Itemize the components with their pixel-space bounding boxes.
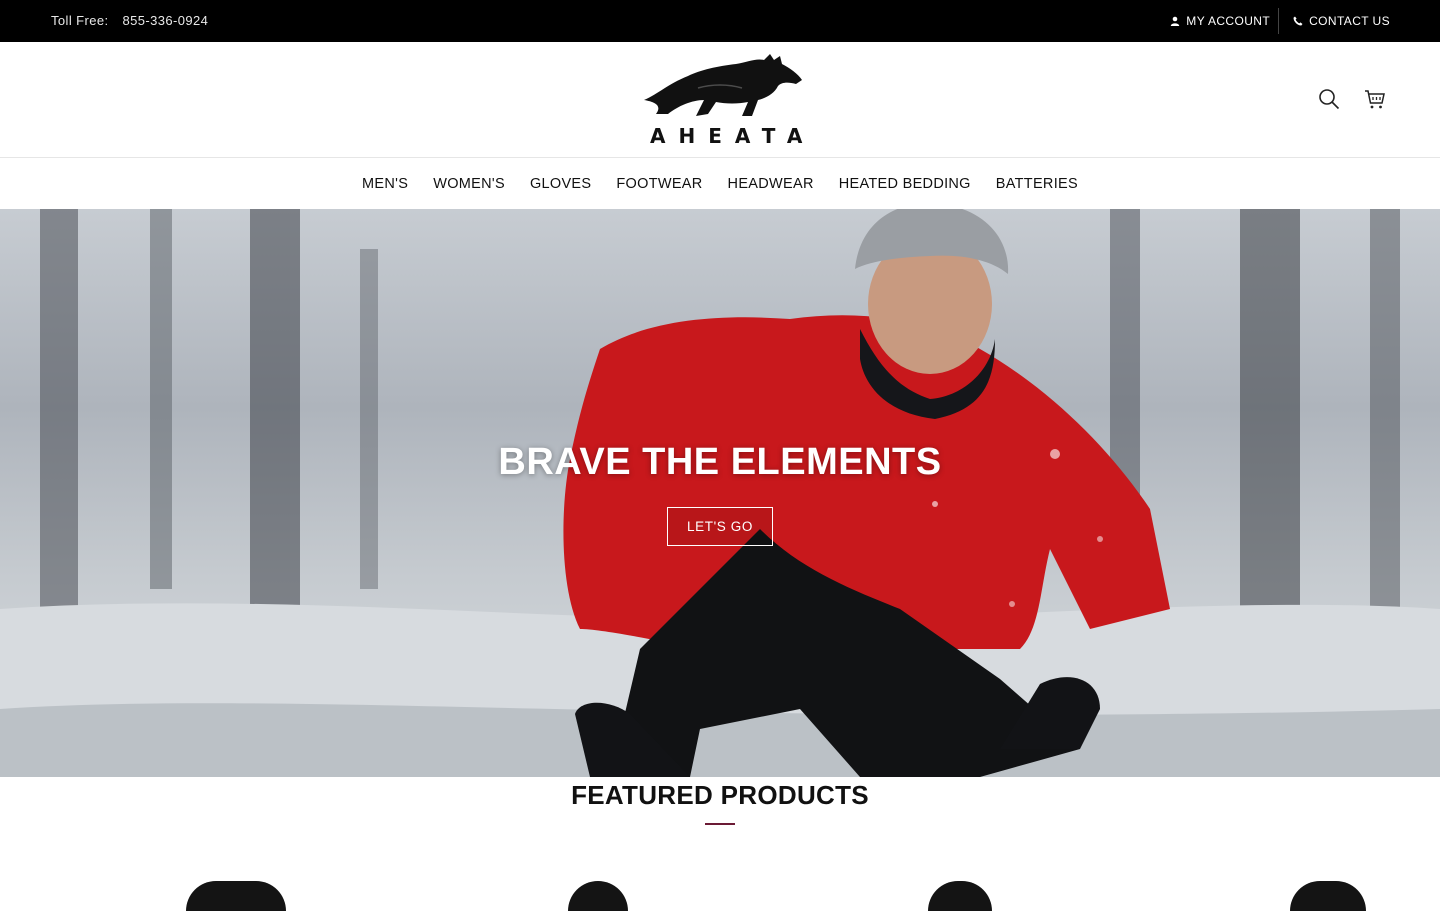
nav-item-heated-bedding[interactable]: HEATED BEDDING <box>839 176 971 192</box>
nav-item-mens[interactable]: MEN'S <box>362 176 408 192</box>
hero-banner: BRAVE THE ELEMENTS LET'S GO <box>0 209 1440 777</box>
toll-free-label: Toll Free: <box>51 13 109 28</box>
product-thumbnail[interactable] <box>568 881 628 911</box>
nav-item-batteries[interactable]: BATTERIES <box>996 176 1078 192</box>
contact-us-label: CONTACT US <box>1309 14 1390 28</box>
featured-products-title: FEATURED PRODUCTS <box>571 780 869 810</box>
featured-products-section: FEATURED PRODUCTS <box>0 777 1440 911</box>
title-underline <box>705 823 735 825</box>
search-icon <box>1319 89 1340 110</box>
my-account-label: MY ACCOUNT <box>1186 14 1271 28</box>
topbar-divider <box>1278 8 1280 34</box>
site-header: AHEATA <box>0 42 1440 158</box>
nav-item-gloves[interactable]: GLOVES <box>530 176 591 192</box>
top-bar: Toll Free: 855-336-0924 MY ACCOUNT CONTA… <box>0 0 1440 42</box>
phone-icon <box>1293 16 1303 26</box>
search-button[interactable] <box>1318 88 1340 110</box>
logo-text: AHEATA <box>650 124 816 148</box>
cart-icon <box>1365 90 1385 109</box>
cart-button[interactable] <box>1364 88 1386 110</box>
product-thumbnail[interactable] <box>1290 881 1366 911</box>
nav-item-footwear[interactable]: FOOTWEAR <box>616 176 702 192</box>
nav-item-womens[interactable]: WOMEN'S <box>433 176 505 192</box>
toll-free-number[interactable]: 855-336-0924 <box>122 13 208 28</box>
site-logo[interactable]: AHEATA <box>638 54 816 148</box>
product-thumbnail[interactable] <box>928 881 992 911</box>
contact-us-link[interactable]: CONTACT US <box>1293 14 1390 28</box>
wolf-logo-icon <box>644 54 802 116</box>
lets-go-button[interactable]: LET'S GO <box>667 507 773 546</box>
toll-free: Toll Free: 855-336-0924 <box>51 13 208 28</box>
hero-title: BRAVE THE ELEMENTS <box>498 441 942 483</box>
main-nav: MEN'S WOMEN'S GLOVES FOOTWEAR HEADWEAR H… <box>0 158 1440 209</box>
user-icon <box>1171 16 1180 26</box>
nav-item-headwear[interactable]: HEADWEAR <box>728 176 814 192</box>
my-account-link[interactable]: MY ACCOUNT <box>1170 14 1270 28</box>
product-thumbnail[interactable] <box>186 881 286 911</box>
hero-image <box>0 209 1440 777</box>
